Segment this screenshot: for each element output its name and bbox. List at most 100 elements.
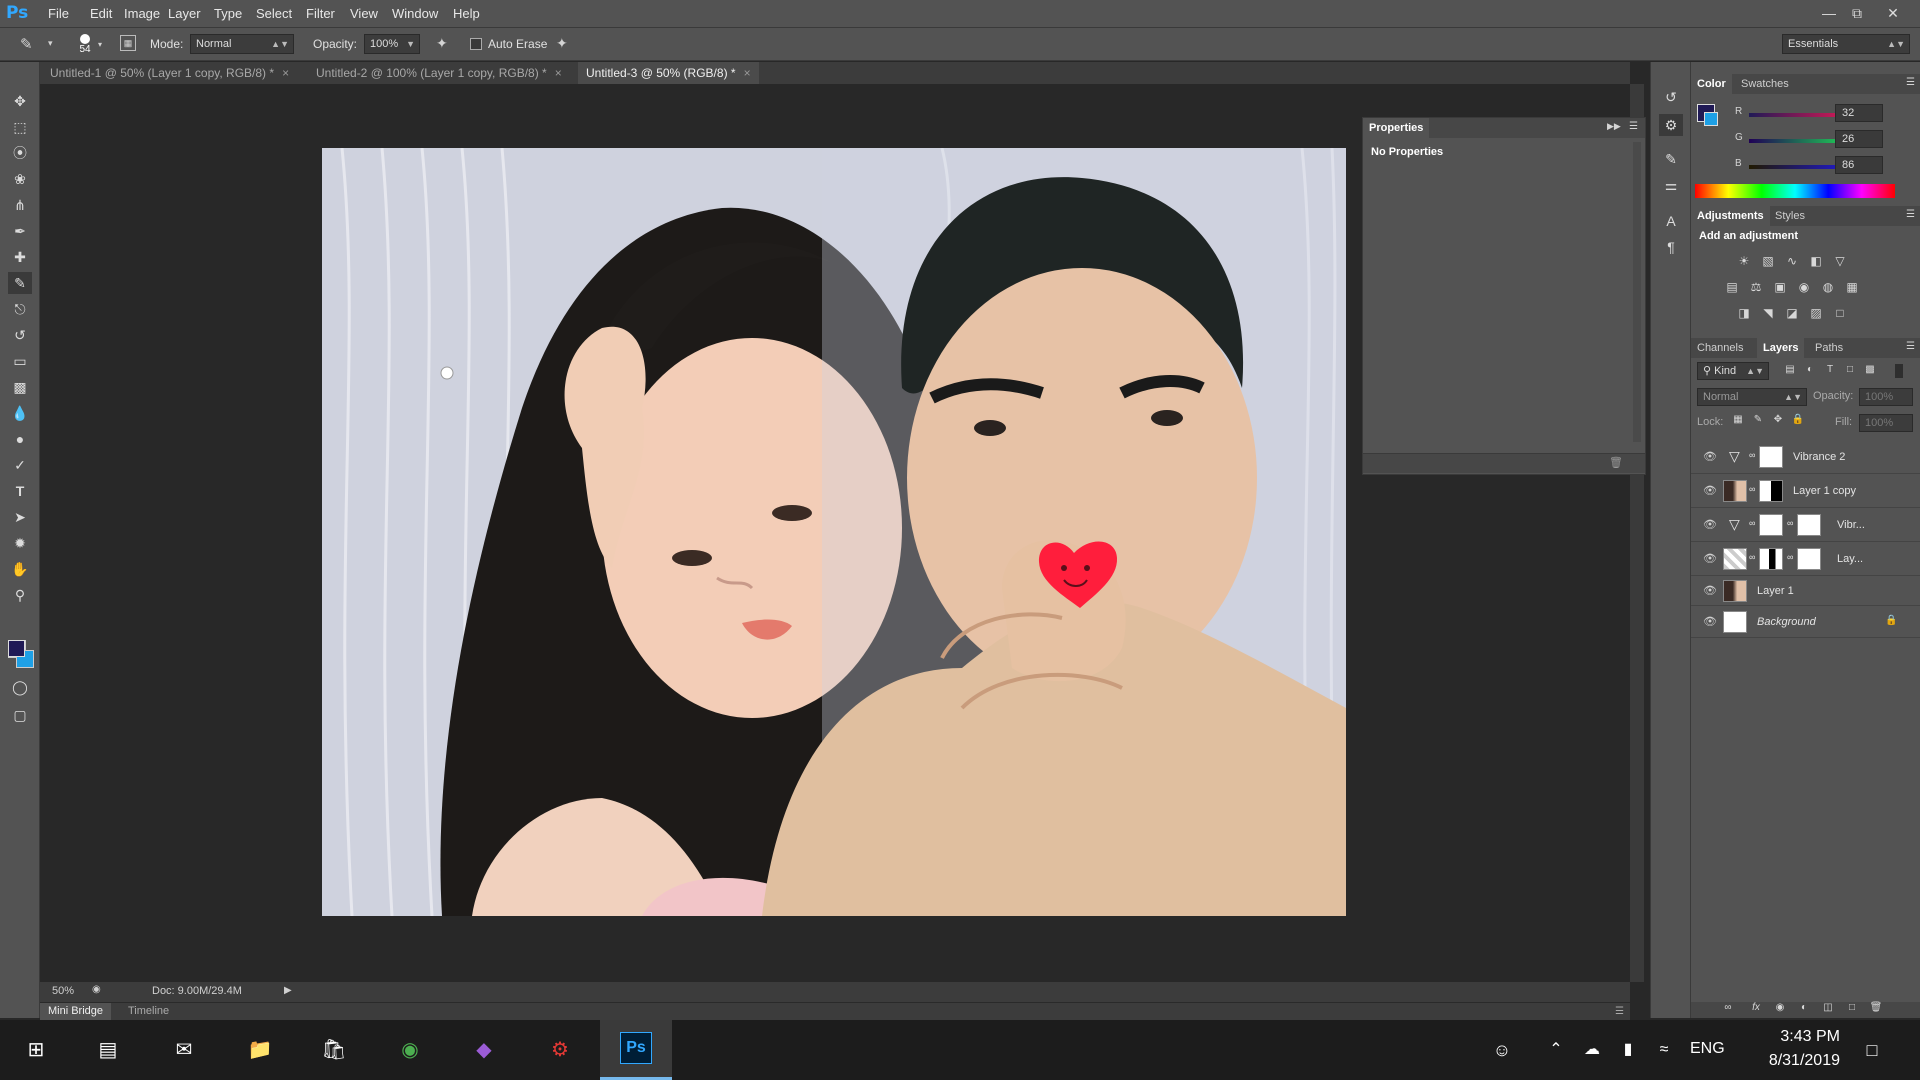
layer-row-layer-1-copy[interactable]: 👁 ∞ Layer 1 copy <box>1691 474 1920 508</box>
black-white-icon[interactable]: ▣ <box>1771 280 1789 296</box>
visibility-eye-icon[interactable]: 👁 <box>1703 552 1717 565</box>
properties-scrollbar[interactable] <box>1633 142 1641 442</box>
add-mask-icon[interactable]: ◉ <box>1771 1002 1789 1018</box>
menu-layer[interactable]: Layer <box>168 6 201 21</box>
character-panel-icon[interactable]: A <box>1659 210 1683 232</box>
eraser-tool-icon[interactable]: ▭ <box>8 350 32 372</box>
layer-mask-thumb[interactable] <box>1797 514 1821 536</box>
restore-icon[interactable]: ⧉ <box>1844 2 1870 24</box>
layer-name[interactable]: Vibrance 2 <box>1793 451 1845 463</box>
filter-pixel-icon[interactable]: ▤ <box>1781 364 1799 380</box>
tab-channels[interactable]: Channels <box>1691 338 1749 358</box>
menu-filter[interactable]: Filter <box>306 6 335 21</box>
visibility-eye-icon[interactable]: 👁 <box>1703 615 1717 628</box>
status-menu-arrow-icon[interactable]: ▶ <box>284 985 292 996</box>
tab-paths[interactable]: Paths <box>1809 338 1849 358</box>
pressure-opacity-icon[interactable]: ✦ <box>436 35 448 52</box>
tab-color[interactable]: Color <box>1691 74 1732 94</box>
file-explorer-icon[interactable]: 📁 <box>242 1032 278 1068</box>
clock-date[interactable]: 8/31/2019 <box>1740 1052 1840 1070</box>
opacity-field[interactable]: 100% ▼ <box>364 34 420 54</box>
layer-name[interactable]: Vibr... <box>1837 519 1865 531</box>
close-icon[interactable]: ✕ <box>1880 2 1906 24</box>
zoom-tool-icon[interactable]: ⚲ <box>8 584 32 606</box>
layer-thumb[interactable] <box>1723 480 1747 502</box>
language-indicator[interactable]: ENG <box>1690 1040 1725 1058</box>
invert-icon[interactable]: ◨ <box>1735 306 1753 322</box>
close-tab-icon[interactable]: × <box>555 66 562 80</box>
tab-timeline[interactable]: Timeline <box>122 1003 175 1020</box>
close-tab-icon[interactable]: × <box>744 66 751 80</box>
vibrance-icon[interactable]: ▽ <box>1831 254 1849 270</box>
doc-tab-untitled-3[interactable]: Untitled-3 @ 50% (RGB/8) * × <box>578 62 759 84</box>
tab-styles[interactable]: Styles <box>1769 206 1811 226</box>
menu-type[interactable]: Type <box>214 6 242 21</box>
fill-field[interactable]: 100% <box>1859 414 1913 432</box>
layer-name[interactable]: Layer 1 <box>1757 585 1794 597</box>
levels-icon[interactable]: ▧ <box>1759 254 1777 270</box>
new-group-icon[interactable]: ◫ <box>1819 1002 1837 1018</box>
type-tool-icon[interactable]: T <box>8 480 32 502</box>
layer-mask-thumb[interactable] <box>1759 548 1783 570</box>
red-value[interactable]: 32 <box>1835 104 1883 122</box>
new-layer-icon[interactable]: □ <box>1843 1002 1861 1018</box>
layer-row-background[interactable]: 👁 Background 🔒 <box>1691 606 1920 638</box>
collapse-panel-icon[interactable]: ▶▶ <box>1607 121 1621 132</box>
battery-icon[interactable]: ▮ <box>1610 1032 1646 1068</box>
layer-row-lay[interactable]: 👁 ∞ ∞ Lay... <box>1691 542 1920 576</box>
brush-panel-icon[interactable]: ✎ <box>1659 148 1683 170</box>
mail-icon[interactable]: ✉ <box>166 1032 202 1068</box>
selective-color-icon[interactable]: ▨ <box>1807 306 1825 322</box>
tab-properties[interactable]: Properties <box>1363 118 1430 138</box>
link-icon[interactable]: ∞ <box>1749 552 1755 562</box>
layer-row-layer-1[interactable]: 👁 Layer 1 <box>1691 576 1920 606</box>
garena-icon[interactable]: ⚙ <box>542 1032 578 1068</box>
history-panel-icon[interactable]: ↺ <box>1659 86 1683 108</box>
pen-tool-icon[interactable]: ✓ <box>8 454 32 476</box>
blur-tool-icon[interactable]: 💧 <box>8 402 32 424</box>
hand-tool-icon[interactable]: ✋ <box>8 558 32 580</box>
filter-toggle[interactable] <box>1895 364 1903 378</box>
store-icon[interactable]: 🛍 <box>316 1032 352 1068</box>
blue-value[interactable]: 86 <box>1835 156 1883 174</box>
tab-adjustments[interactable]: Adjustments <box>1691 206 1770 226</box>
people-icon[interactable]: ☺ <box>1484 1032 1520 1068</box>
link-layers-icon[interactable]: ∞ <box>1719 1002 1737 1018</box>
tool-preset-chevron-icon[interactable]: ▾ <box>48 38 53 49</box>
eraser-tool-icon[interactable]: ✎ <box>20 35 33 53</box>
zoom-level[interactable]: 50% <box>52 985 74 997</box>
visibility-eye-icon[interactable]: 👁 <box>1703 584 1717 597</box>
hue-saturation-icon[interactable]: ▤ <box>1723 280 1741 296</box>
move-tool-icon[interactable]: ✥ <box>8 90 32 112</box>
gradient-map-icon[interactable]: □ <box>1831 306 1849 322</box>
tab-layers[interactable]: Layers <box>1757 338 1805 358</box>
color-lookup-icon[interactable]: ▦ <box>1843 280 1861 296</box>
stamp-tool-icon[interactable]: ⎋ <box>8 298 32 320</box>
visibility-eye-icon[interactable]: 👁 <box>1703 518 1717 531</box>
doc-tab-untitled-1[interactable]: Untitled-1 @ 50% (Layer 1 copy, RGB/8) *… <box>42 62 297 84</box>
shape-tool-icon[interactable]: ✹ <box>8 532 32 554</box>
color-ramp[interactable] <box>1695 184 1895 198</box>
menu-view[interactable]: View <box>350 6 378 21</box>
layer-mask-thumb[interactable] <box>1759 446 1783 468</box>
healing-brush-tool-icon[interactable]: ✚ <box>8 246 32 268</box>
link-icon[interactable]: ∞ <box>1787 552 1793 562</box>
pressure-size-icon[interactable]: ✦ <box>556 35 568 52</box>
menu-edit[interactable]: Edit <box>90 6 112 21</box>
filter-adjustment-icon[interactable]: ◐ <box>1801 364 1819 380</box>
brush-preset-picker[interactable]: 54 <box>74 32 96 58</box>
layer-name[interactable]: Lay... <box>1837 553 1863 565</box>
windows-start-icon[interactable]: ⊞ <box>18 1032 54 1068</box>
menu-select[interactable]: Select <box>256 6 292 21</box>
doc-tab-untitled-2[interactable]: Untitled-2 @ 100% (Layer 1 copy, RGB/8) … <box>308 62 570 84</box>
mode-dropdown[interactable]: Normal ▲▼ <box>190 34 294 54</box>
layer-thumb[interactable] <box>1723 548 1747 570</box>
layer-opacity-field[interactable]: 100% <box>1859 388 1913 406</box>
lock-transparency-icon[interactable]: ▦ <box>1729 414 1747 430</box>
minimize-icon[interactable]: — <box>1816 2 1842 24</box>
visibility-eye-icon[interactable]: 👁 <box>1703 450 1717 463</box>
curves-icon[interactable]: ∿ <box>1783 254 1801 270</box>
menu-image[interactable]: Image <box>124 6 160 21</box>
foreground-color-fill[interactable] <box>8 640 25 657</box>
brush-presets-icon[interactable]: ⚌ <box>1659 174 1683 196</box>
